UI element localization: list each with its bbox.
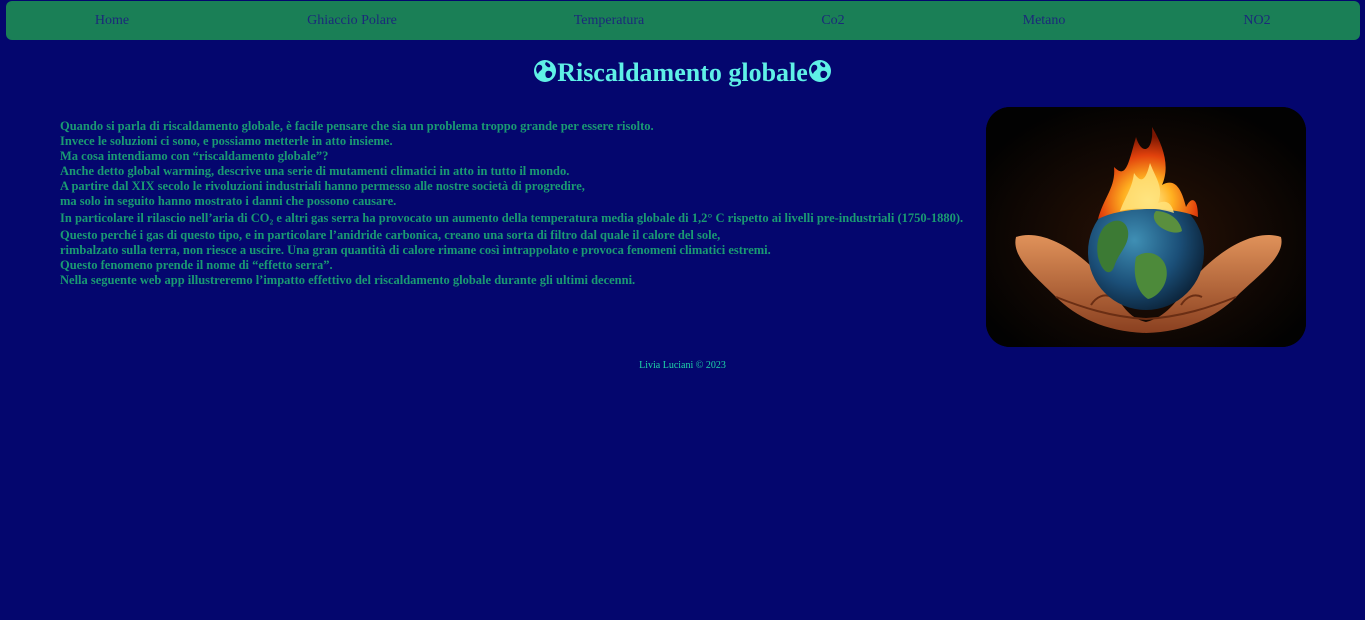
- intro-line: Questo fenomeno prende il nome di “effet…: [60, 258, 333, 272]
- intro-line: Ma cosa intendiamo con “riscaldamento gl…: [60, 149, 329, 163]
- page-title-text: Riscaldamento globale: [557, 58, 808, 87]
- intro-paragraph: Quando si parla di riscaldamento globale…: [60, 119, 990, 288]
- nav-item-home[interactable]: Home: [95, 1, 129, 40]
- nav-item-metano[interactable]: Metano: [1023, 1, 1066, 40]
- intro-line: In particolare il rilascio nell’aria di …: [60, 211, 964, 225]
- intro-line: ma solo in seguito hanno mostrato i dann…: [60, 194, 397, 208]
- intro-line: Quando si parla di riscaldamento globale…: [60, 119, 654, 133]
- nav-item-ghiaccio-polare[interactable]: Ghiaccio Polare: [307, 1, 397, 40]
- intro-line: Invece le soluzioni ci sono, e possiamo …: [60, 134, 393, 148]
- intro-line: A partire dal XIX secolo le rivoluzioni …: [60, 179, 585, 193]
- burning-earth-in-hands-image: [986, 107, 1306, 347]
- globe-icon: [808, 60, 831, 82]
- globe-icon: [534, 60, 557, 82]
- nav-item-temperatura[interactable]: Temperatura: [574, 1, 645, 40]
- footer-copyright: Livia Luciani © 2023: [639, 360, 726, 371]
- intro-line: rimbalzato sulla terra, non riesce a usc…: [60, 243, 771, 257]
- nav-item-co2[interactable]: Co2: [821, 1, 844, 40]
- nav-item-no2[interactable]: NO2: [1243, 1, 1270, 40]
- intro-line: Anche detto global warming, descrive una…: [60, 164, 570, 178]
- page-title: Riscaldamento globale: [0, 55, 1365, 91]
- navbar: Home Ghiaccio Polare Temperatura Co2 Met…: [6, 1, 1360, 40]
- intro-line: Questo perché i gas di questo tipo, e in…: [60, 228, 721, 242]
- intro-line: Nella seguente web app illustreremo l’im…: [60, 273, 636, 287]
